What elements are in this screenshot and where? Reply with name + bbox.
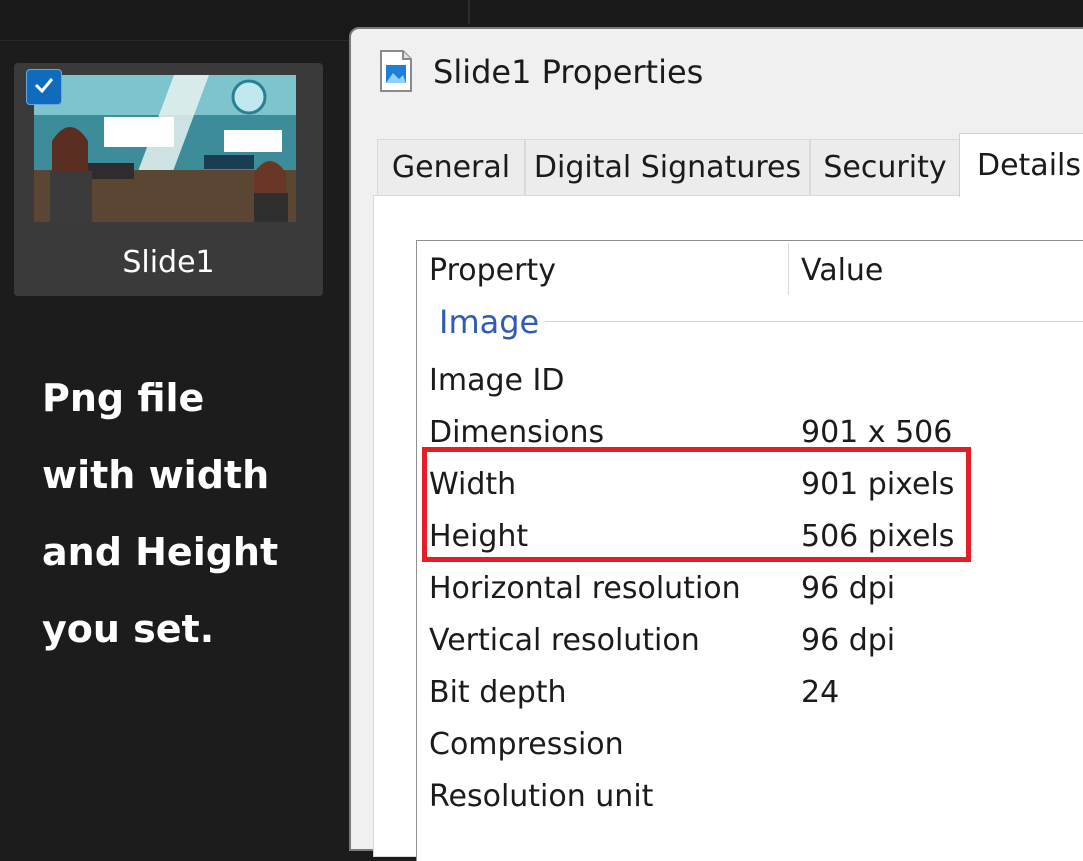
table-row[interactable]: Horizontal resolution 96 dpi xyxy=(417,563,1083,615)
property-value: 901 x 506 xyxy=(801,415,953,450)
property-name: Compression xyxy=(429,727,624,762)
selection-checkbox[interactable] xyxy=(26,69,62,105)
divider xyxy=(0,40,350,41)
property-value: 24 xyxy=(801,675,840,710)
property-name: Horizontal resolution xyxy=(429,571,741,606)
property-name: Resolution unit xyxy=(429,779,654,814)
file-tile-slide1[interactable]: Slide1 xyxy=(14,63,323,296)
table-row[interactable]: Image ID xyxy=(417,355,1083,407)
file-thumbnail xyxy=(34,75,296,222)
dialog-title: Slide1 Properties xyxy=(433,53,704,91)
property-value: 96 dpi xyxy=(801,571,896,606)
table-row[interactable]: Compression xyxy=(417,719,1083,771)
property-name: Image ID xyxy=(429,363,565,398)
group-label-image: Image xyxy=(439,303,546,341)
caption-line: with width xyxy=(42,453,270,497)
toolbar-separator xyxy=(468,0,470,24)
group-divider xyxy=(542,321,1083,322)
tab-details[interactable]: Details xyxy=(959,133,1083,197)
tab-security[interactable]: Security xyxy=(810,139,960,195)
annotation-caption: Png file with width and Height you set. xyxy=(42,360,332,668)
table-row[interactable]: Resolution unit xyxy=(417,771,1083,823)
column-header-value[interactable]: Value xyxy=(801,253,883,288)
column-header-property[interactable]: Property xyxy=(429,253,556,288)
caption-line: you set. xyxy=(42,607,215,651)
tab-digital-signatures[interactable]: Digital Signatures xyxy=(525,139,810,195)
caption-line: Png file xyxy=(42,376,205,420)
properties-dialog: Slide1 Properties General Digital Signat… xyxy=(349,27,1083,861)
tab-general[interactable]: General xyxy=(377,139,525,195)
table-row[interactable]: Bit depth 24 xyxy=(417,667,1083,719)
width-height-highlight-box xyxy=(422,447,971,562)
caption-line: and Height xyxy=(42,530,279,574)
checkmark-icon xyxy=(34,77,54,98)
property-name: Dimensions xyxy=(429,415,605,450)
table-row[interactable]: Vertical resolution 96 dpi xyxy=(417,615,1083,667)
image-file-icon xyxy=(379,49,413,93)
property-name: Vertical resolution xyxy=(429,623,700,658)
file-name-label: Slide1 xyxy=(122,245,215,280)
property-value: 96 dpi xyxy=(801,623,896,658)
property-name: Bit depth xyxy=(429,675,567,710)
column-divider[interactable] xyxy=(788,243,789,295)
